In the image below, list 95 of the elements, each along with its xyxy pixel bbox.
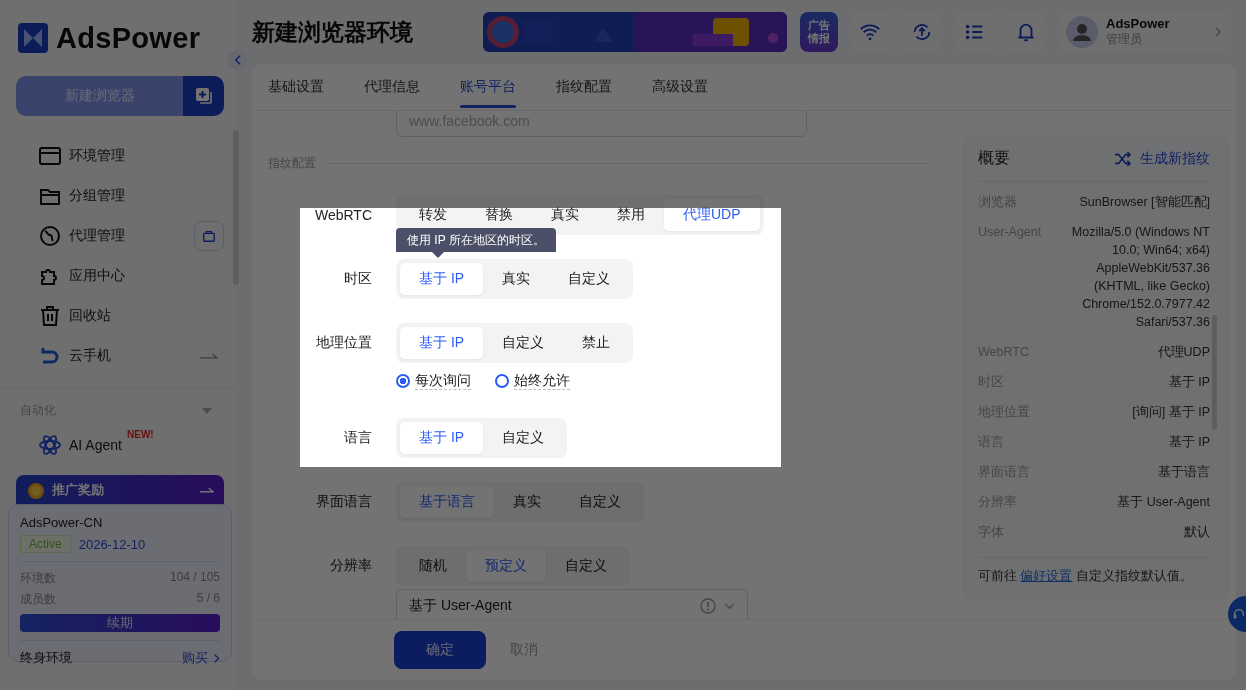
status-tag: Active xyxy=(20,535,71,553)
segment-option[interactable]: 基于语言 xyxy=(400,486,494,518)
segment-option[interactable]: 基于 IP xyxy=(400,327,484,359)
tab[interactable]: 代理信息 xyxy=(364,64,420,110)
chevron-right-icon xyxy=(1215,26,1222,38)
promo-banner[interactable]: 推广奖励 xyxy=(16,475,224,505)
segment-option[interactable]: 真实 xyxy=(532,199,598,231)
tab[interactable]: 账号平台 xyxy=(460,64,516,110)
chevron-left-icon xyxy=(233,55,241,65)
promo-title: 推广奖励 xyxy=(52,481,105,499)
nav-label: AI Agent xyxy=(69,437,122,453)
segment-option[interactable]: 转发 xyxy=(400,199,466,231)
tab[interactable]: 高级设置 xyxy=(652,64,708,110)
info-icon xyxy=(700,598,716,614)
nav-label: 应用中心 xyxy=(69,267,125,285)
segment-option[interactable]: 自定义 xyxy=(483,327,564,359)
segment-option[interactable]: 替换 xyxy=(466,199,532,231)
generate-fingerprint-link[interactable]: 生成新指纹 xyxy=(1114,149,1210,168)
field-label: 时区 xyxy=(343,270,372,288)
expiry-date: 2026-12-10 xyxy=(78,536,146,552)
logo-icon xyxy=(18,23,48,53)
radio-button[interactable] xyxy=(396,373,410,388)
summary-value: 代理UDP xyxy=(1157,344,1210,361)
summary-value: 基于 IP xyxy=(1168,434,1210,451)
radio-label[interactable]: 每次询问 xyxy=(415,371,471,390)
user-name: AdsPower xyxy=(1106,16,1171,31)
radio-label[interactable]: 始终允许 xyxy=(514,371,570,390)
tooltip: 使用 IP 所在地区的时区。 xyxy=(396,228,556,258)
summary-title: 概要 xyxy=(978,148,1010,168)
nav-item[interactable]: AI Agent NEW! xyxy=(0,425,236,465)
coin-icon xyxy=(26,480,46,500)
chevron-right-icon xyxy=(214,653,220,663)
bell-icon xyxy=(1015,21,1037,43)
summary-value: SunBrowser [智能匹配] xyxy=(1079,194,1210,211)
segment-option[interactable]: 基于 IP xyxy=(400,422,484,454)
radio-button[interactable] xyxy=(495,373,509,388)
summary-value: 默认 xyxy=(1184,524,1210,541)
bag-icon xyxy=(202,229,216,243)
new-label: NEW! xyxy=(127,429,154,440)
segment-option[interactable]: 禁止 xyxy=(563,327,630,359)
collapse-button[interactable] xyxy=(227,50,247,70)
segment-option[interactable]: 基于 IP xyxy=(400,263,484,295)
nav-item[interactable]: 回收站 xyxy=(0,296,236,336)
add-icon xyxy=(193,86,214,106)
segment-option[interactable]: 随机 xyxy=(400,550,466,582)
segment-option[interactable]: 自定义 xyxy=(483,422,564,454)
confirm-button[interactable]: 确定 xyxy=(394,631,486,669)
page-title: 新建浏览器环境 xyxy=(252,17,414,47)
segment-option[interactable]: 自定义 xyxy=(560,486,640,518)
sync-icon xyxy=(911,21,933,43)
nav-item[interactable]: 云手机 xyxy=(0,336,236,376)
segment-option[interactable]: 自定义 xyxy=(546,550,626,582)
summary-value: 基于 User-Agent xyxy=(1117,494,1210,511)
summary-value: Mozilla/5.0 (Windows NT 10.0; Win64; x64) AppleWebKit/537.36 (KHTML, like Gecko) Chrome/152.0.7977.42 Safari/537.36 xyxy=(1070,224,1210,331)
headset-icon xyxy=(1232,607,1246,621)
shop-button[interactable] xyxy=(194,221,224,251)
plan-name: AdsPower-CN xyxy=(20,515,104,530)
tab[interactable]: 基础设置 xyxy=(268,64,324,110)
field-label: 语言 xyxy=(343,429,372,447)
shuffle-icon xyxy=(1114,151,1132,166)
field-label: 分辨率 xyxy=(329,557,372,575)
nav-label: 回收站 xyxy=(69,307,111,325)
caret-icon[interactable] xyxy=(202,407,212,414)
atom-icon xyxy=(38,433,62,457)
tab[interactable]: 指纹配置 xyxy=(556,64,612,110)
summary-note: 可前往 偏好设置 自定义指纹默认值。 xyxy=(978,557,1210,599)
ad-badge[interactable]: 广告情报 xyxy=(800,12,838,52)
batch-add-button[interactable] xyxy=(183,76,224,116)
lifetime-label: 终身环境 xyxy=(20,649,72,667)
summary-value: 基于语言 xyxy=(1158,464,1210,481)
summary-value: [询问] 基于 IP xyxy=(1132,404,1210,421)
trash-icon xyxy=(38,304,62,328)
select-field[interactable]: 基于 User-Agent xyxy=(396,589,748,619)
segment-option[interactable]: 禁用 xyxy=(598,199,664,231)
segment-option[interactable]: 自定义 xyxy=(549,263,630,295)
field-label: WebRTC xyxy=(313,207,372,223)
renew-button[interactable]: 续期 xyxy=(20,614,220,632)
select-value: 基于 User-Agent xyxy=(409,597,512,615)
nav-label: 云手机 xyxy=(69,347,111,365)
nav-label: 环境管理 xyxy=(69,147,125,165)
app-logo: AdsPower xyxy=(56,21,201,55)
segment-option[interactable]: 预定义 xyxy=(466,550,546,582)
field-label: 地理位置 xyxy=(315,334,372,352)
nav-label: 代理管理 xyxy=(69,227,125,245)
chevron-down-icon xyxy=(724,602,735,610)
segment-option[interactable]: 真实 xyxy=(494,486,560,518)
window-icon xyxy=(38,144,62,168)
field-label: 界面语言 xyxy=(315,493,372,511)
avatar-icon xyxy=(1066,16,1098,48)
buy-link[interactable]: 购买 xyxy=(182,649,220,667)
preferences-link[interactable]: 偏好设置 xyxy=(1020,569,1073,583)
summary-value: 基于 IP xyxy=(1168,374,1210,391)
nav-label: 分组管理 xyxy=(69,187,125,205)
segment-option[interactable]: 真实 xyxy=(483,263,550,295)
segment-option[interactable]: 代理UDP xyxy=(664,199,760,231)
